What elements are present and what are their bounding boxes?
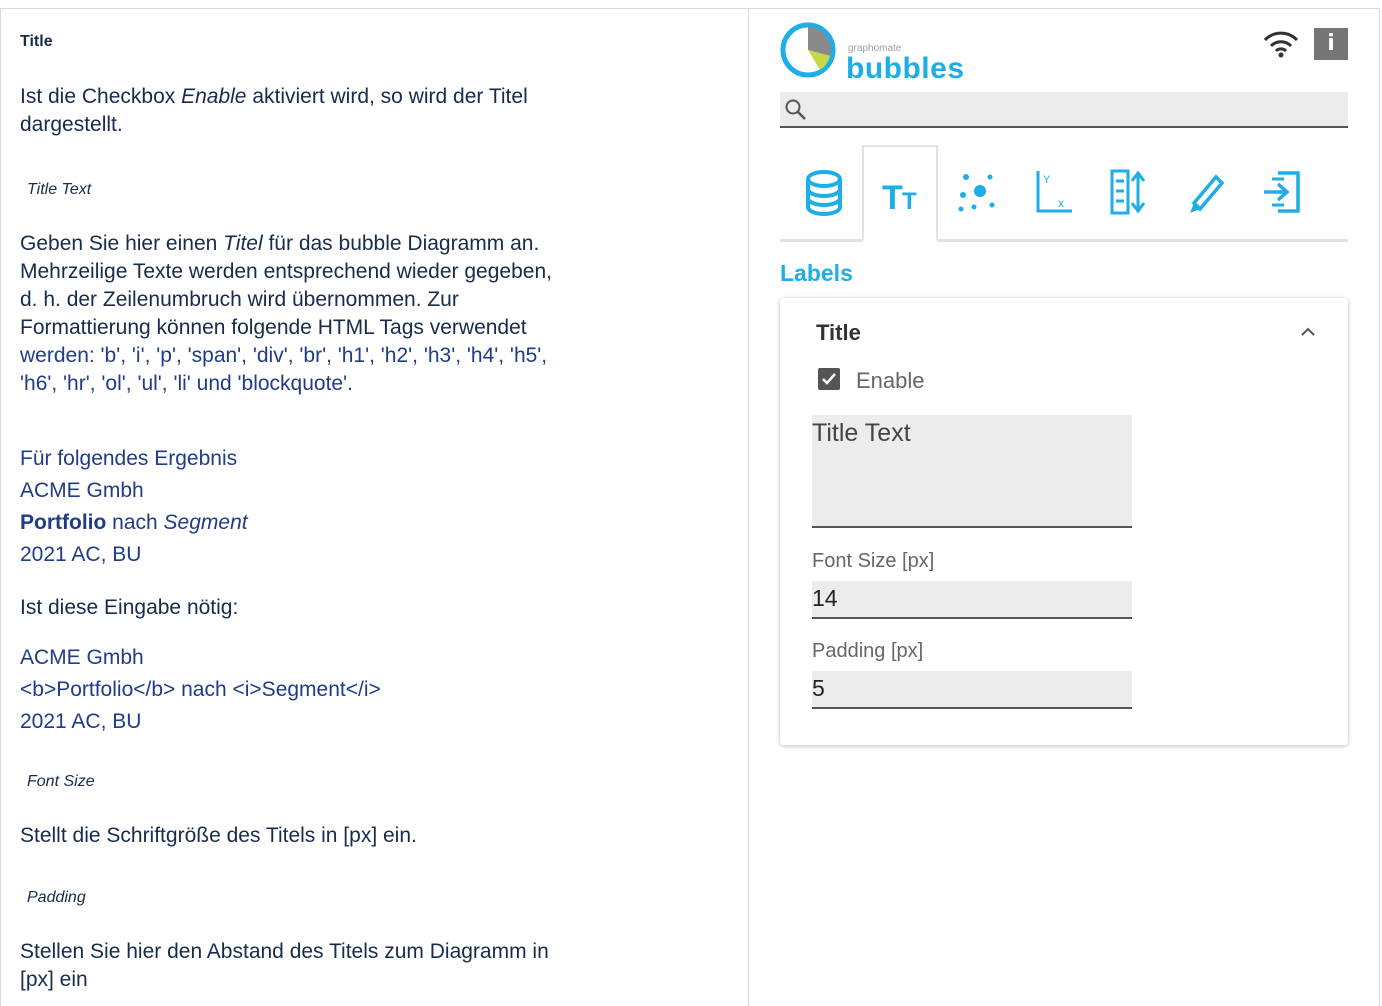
pencil-icon [1190,174,1225,213]
tab-pencil[interactable] [1166,145,1242,241]
axis-icon: Y x [1036,171,1072,213]
title-text-paragraph: Geben Sie hier einen Titel für das bubbl… [20,232,552,395]
tab-sort[interactable] [1090,145,1166,241]
svg-text:Y: Y [1043,174,1051,186]
tab-data[interactable] [786,145,862,241]
graphomate-logo-icon [780,22,836,78]
wifi-icon [1263,31,1299,58]
database-icon [806,170,842,216]
text-format-icon: T T [882,179,917,217]
result-example: Für folgendes Ergebnis ACME Gmbh Portfol… [20,447,248,566]
bubbles-icon [958,174,995,212]
sort-icon [1110,169,1146,215]
title-text-field[interactable]: Title Text [812,415,1132,528]
checkmark-icon [822,373,836,385]
tab-export[interactable] [1242,145,1318,241]
card-title: Title [816,320,861,345]
intro-paragraph: Ist die Checkbox Enable aktiviert wird, … [20,85,528,136]
tab-bubbles[interactable] [938,145,1014,241]
enable-checkbox[interactable] [818,368,840,390]
padding-label: Padding [px] [812,640,924,662]
svg-text:T: T [902,188,917,215]
font-size-paragraph: Stellt die Schriftgröße des Titels in [p… [20,824,417,847]
svg-text:x: x [1058,196,1064,210]
column-divider [748,8,749,1006]
padding-paragraph: Stellen Sie hier den Abstand des Titels … [20,940,549,991]
title-text-heading: Title Text [27,181,92,198]
chevron-up-icon[interactable] [1298,324,1318,338]
padding-heading: Padding [27,889,86,906]
tab-labels[interactable]: T T [862,145,938,242]
tab-axis[interactable]: Y x [1014,145,1090,241]
code-example: ACME Gmbh <b>Portfolio</b> nach <i>Segme… [20,646,381,733]
font-size-heading: Font Size [27,773,95,790]
doc-heading: Title [20,33,53,50]
input-needed-text: Ist diese Eingabe nötig: [20,596,239,619]
search-input[interactable] [780,92,1348,128]
search-icon [785,99,806,120]
info-button[interactable]: i [1314,28,1348,60]
title-settings-card: Title Enable Title Text Font Size [px] 1… [780,298,1348,745]
font-size-label: Font Size [px] [812,550,935,572]
section-label: Labels [780,260,853,286]
enable-label: Enable [856,368,925,393]
settings-tabs: T T Y x [780,145,1348,242]
svg-text:T: T [882,179,903,217]
font-size-field[interactable]: 14 [812,581,1132,619]
brand-name: bubbles [846,52,965,85]
padding-field[interactable]: 5 [812,671,1132,709]
export-icon [1264,171,1300,213]
